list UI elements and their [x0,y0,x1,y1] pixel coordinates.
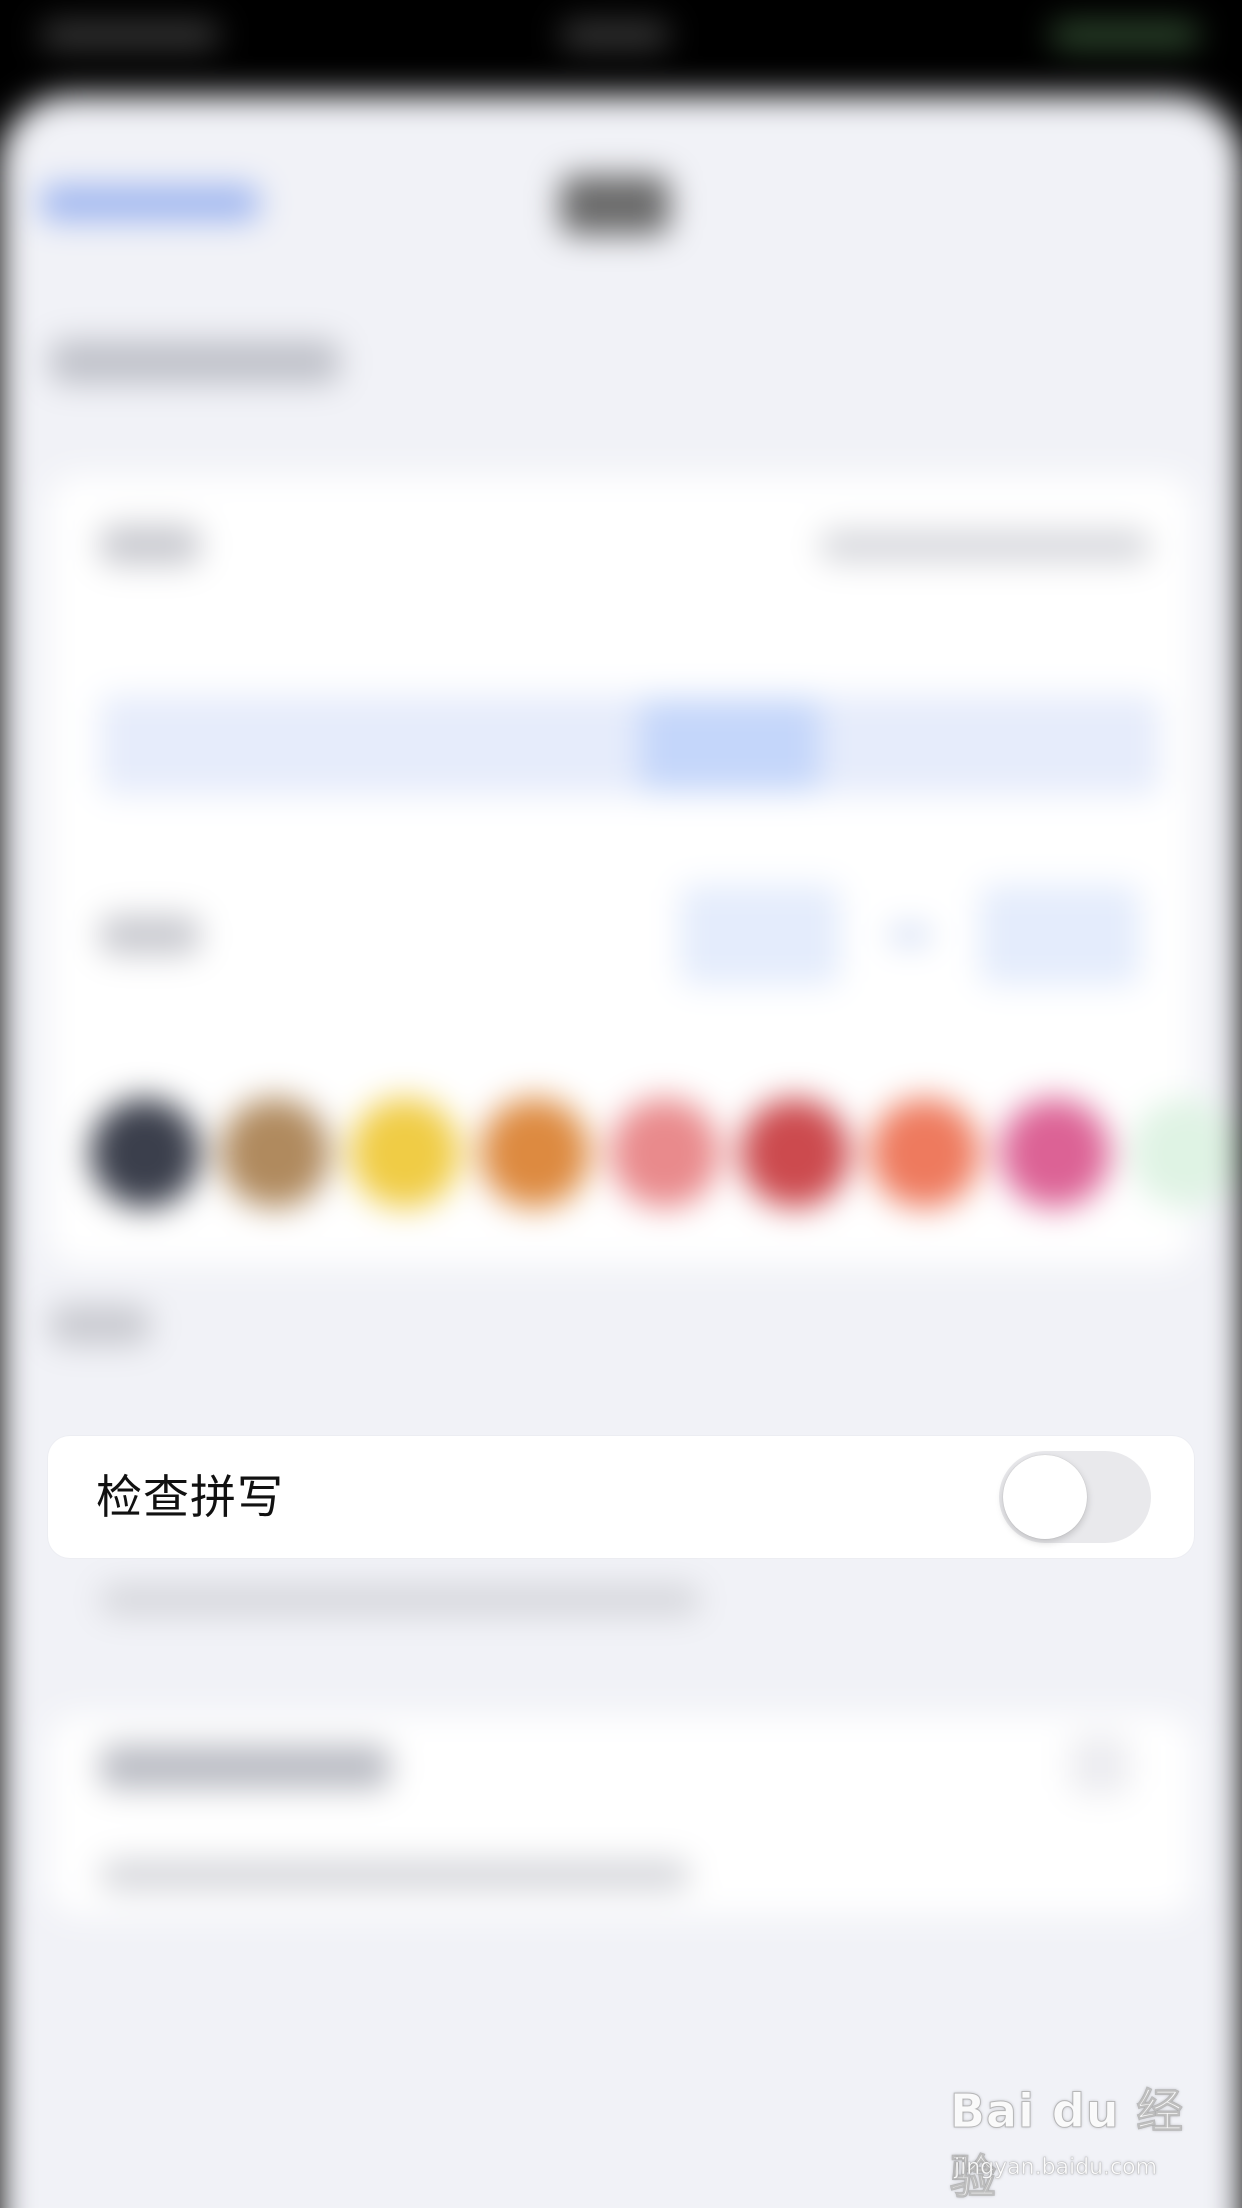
spell-check-row[interactable]: 检查拼写 [48,1436,1194,1558]
baidu-jingyan-watermark: Bai du 经验 jingyan.baidu.com [950,2075,1190,2205]
screen: 检查拼写 Bai du 经验 jingyan.baidu.com [0,0,1242,2208]
watermark-logo: Bai du 经验 [950,2084,1184,2205]
toggle-knob [1003,1455,1087,1539]
watermark-url: jingyan.baidu.com [954,2155,1158,2181]
spell-check-toggle[interactable] [999,1451,1151,1543]
dim-overlay [0,0,1242,2208]
spell-check-label: 检查拼写 [96,1470,284,1524]
